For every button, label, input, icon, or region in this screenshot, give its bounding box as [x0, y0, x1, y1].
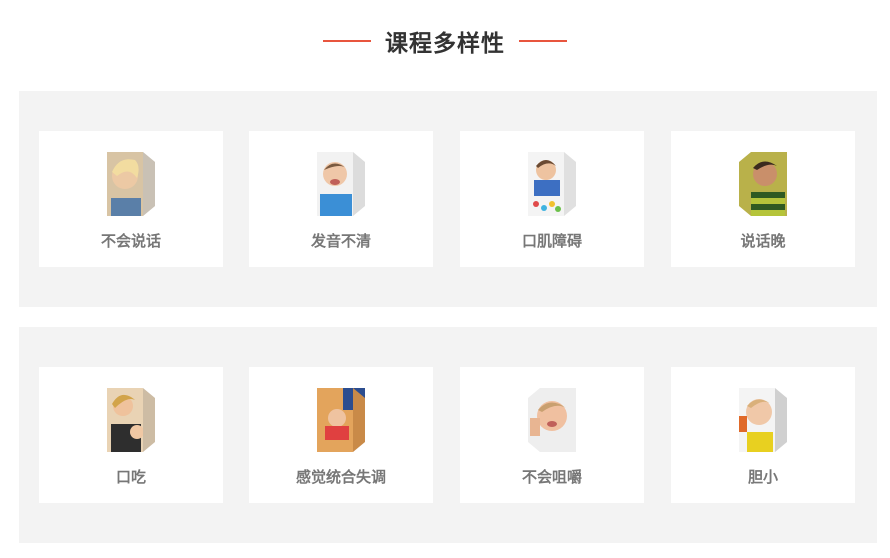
course-row-2: 口吃 感觉统合失调 不会咀嚼 胆小	[19, 327, 877, 543]
course-card-late-talking[interactable]: 说话晚	[671, 131, 855, 267]
course-label: 口吃	[115, 468, 146, 486]
course-label: 不会说话	[100, 232, 161, 250]
course-card-oral-muscle-disorder[interactable]: 口肌障碍	[460, 131, 644, 267]
left-decor-line	[323, 40, 371, 42]
course-label: 感觉统合失调	[295, 468, 386, 486]
section-header: 课程多样性	[0, 24, 890, 58]
course-label: 发音不清	[310, 232, 371, 250]
child-listening-image	[107, 152, 155, 216]
course-row-1: 不会说话 发音不清 口肌障碍 说话晚	[19, 91, 877, 307]
child-chewing-image	[528, 388, 576, 452]
course-card-no-speech[interactable]: 不会说话	[39, 131, 223, 267]
course-label: 胆小	[747, 468, 778, 486]
mother-child-image	[107, 388, 155, 452]
child-crying-image	[317, 152, 365, 216]
child-eating-image	[739, 152, 787, 216]
course-card-timid[interactable]: 胆小	[671, 367, 855, 503]
course-card-unclear-pronunciation[interactable]: 发音不清	[249, 131, 433, 267]
course-card-sensory-integration[interactable]: 感觉统合失调	[249, 367, 433, 503]
course-card-stuttering[interactable]: 口吃	[39, 367, 223, 503]
course-card-no-chewing[interactable]: 不会咀嚼	[460, 367, 644, 503]
course-label: 口肌障碍	[521, 232, 582, 250]
section-title: 课程多样性	[385, 31, 505, 57]
course-label: 不会咀嚼	[521, 468, 582, 486]
child-shy-image	[739, 388, 787, 452]
right-decor-line	[519, 40, 567, 42]
child-crawling-image	[317, 388, 365, 452]
child-playing-image	[528, 152, 576, 216]
course-label: 说话晚	[740, 232, 786, 250]
